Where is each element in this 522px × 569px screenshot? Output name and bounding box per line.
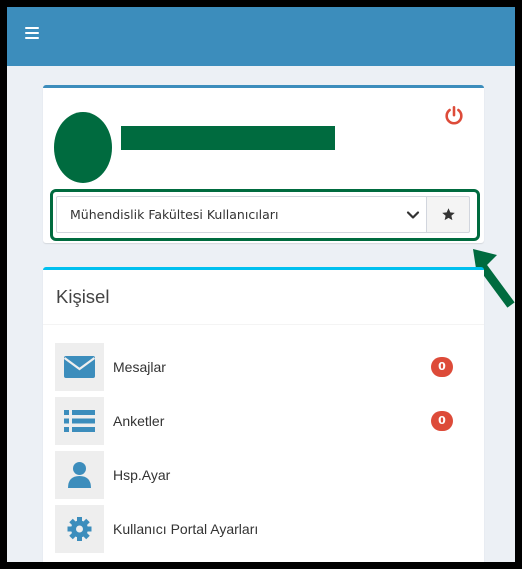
divider — [43, 324, 484, 325]
user-name-redacted — [121, 126, 335, 150]
chevron-down-icon — [406, 211, 420, 219]
hamburger-icon[interactable] — [25, 27, 39, 39]
role-select[interactable]: Mühendislik Fakültesi Kullanıcıları — [56, 196, 427, 233]
top-navbar — [7, 7, 515, 66]
user-icon — [68, 462, 91, 488]
menu-item-icon-box — [55, 505, 104, 553]
menu-item-label: Hsp.Ayar — [113, 467, 171, 483]
menu-item-portal-settings[interactable]: Kullanıcı Portal Ayarları — [55, 505, 475, 553]
list-icon — [64, 410, 95, 432]
menu-item-account-settings[interactable]: Hsp.Ayar — [55, 451, 475, 499]
gear-icon — [67, 517, 92, 541]
app-window: Mühendislik Fakültesi Kullanıcıları Kişi… — [7, 7, 515, 562]
profile-box: Mühendislik Fakültesi Kullanıcıları — [43, 85, 484, 243]
menu-item-label: Anketler — [113, 413, 165, 429]
favorite-button[interactable] — [427, 196, 470, 233]
menu-item-surveys[interactable]: Anketler 0 — [55, 397, 475, 445]
menu-item-messages[interactable]: Mesajlar 0 — [55, 343, 475, 391]
menu-item-label: Kullanıcı Portal Ayarları — [113, 521, 259, 537]
menu-item-icon-box — [55, 343, 104, 391]
menu-item-icon-box — [55, 451, 104, 499]
role-select-value: Mühendislik Fakültesi Kullanıcıları — [70, 207, 279, 222]
avatar — [54, 112, 112, 183]
personal-title: Kişisel — [56, 286, 110, 307]
envelope-icon — [63, 356, 96, 378]
menu-item-label: Mesajlar — [113, 359, 166, 375]
star-icon — [442, 208, 455, 221]
personal-box: Kişisel Mesajlar 0 Anketler 0 Hsp.Ayar K… — [43, 267, 484, 562]
power-icon[interactable] — [443, 105, 465, 127]
notification-badge: 0 — [431, 411, 453, 431]
menu-item-icon-box — [55, 397, 104, 445]
notification-badge: 0 — [431, 357, 453, 377]
